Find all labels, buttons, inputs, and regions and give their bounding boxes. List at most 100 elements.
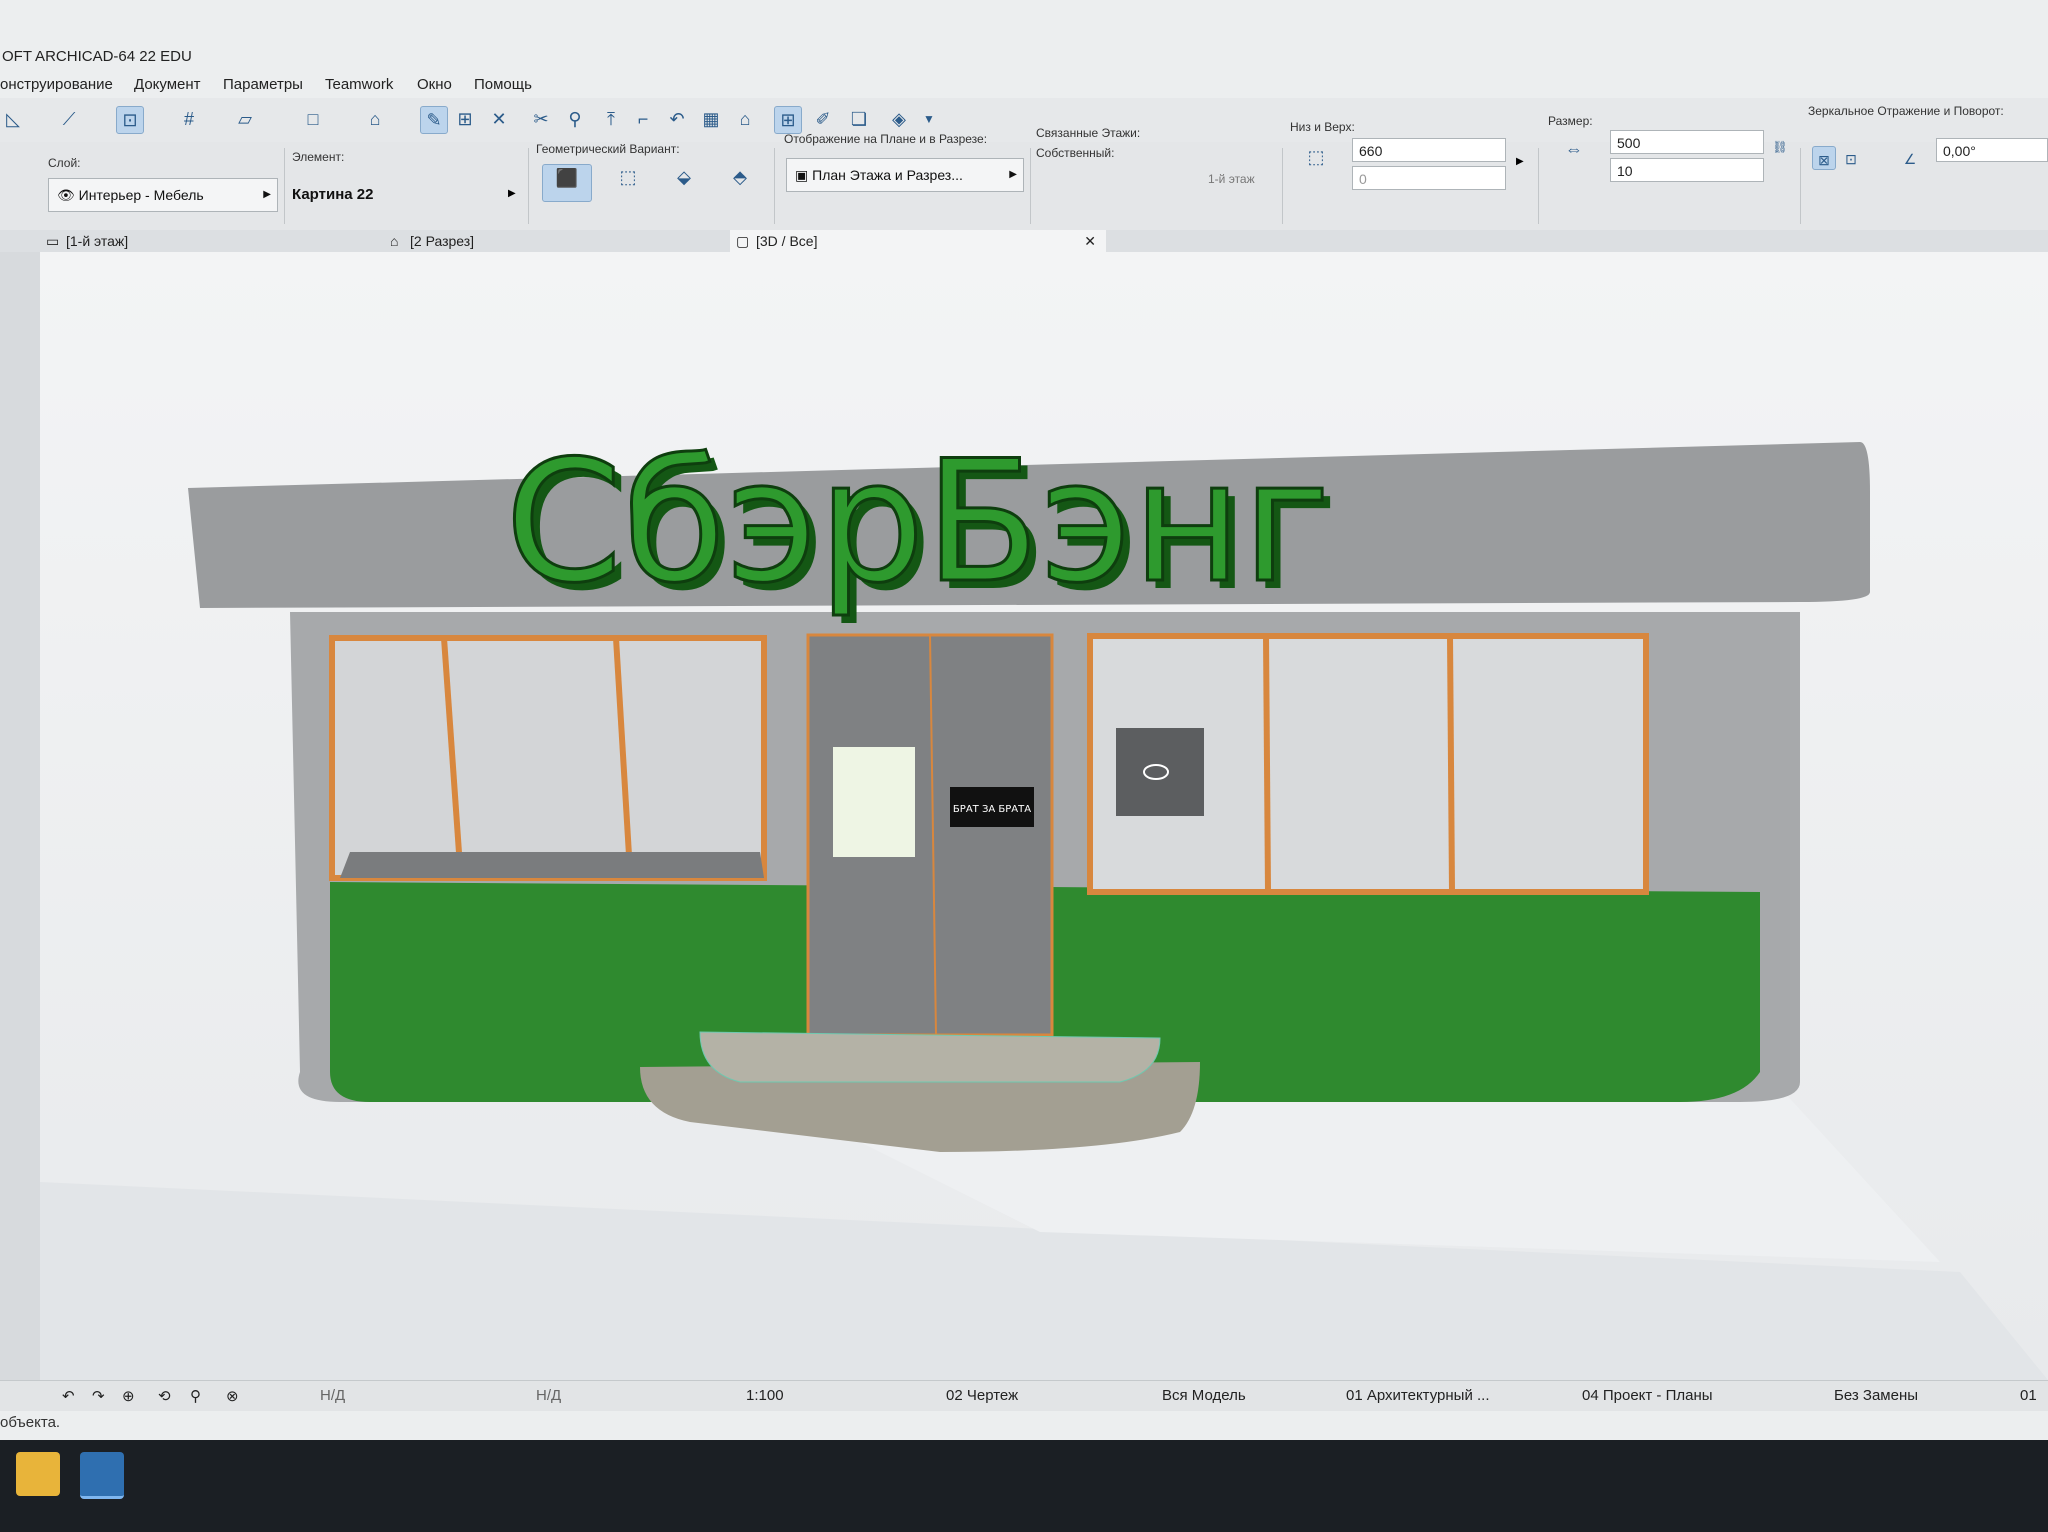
layer-combination-selector[interactable]: 02 Чертеж	[946, 1387, 1018, 1404]
renovation-filter[interactable]: 01	[2020, 1387, 2037, 1404]
view-selector[interactable]: 04 Проект - Планы	[1582, 1387, 1713, 1404]
own-story-label: Собственный:	[1036, 146, 1115, 160]
angle-icon: ∠	[1903, 151, 1917, 167]
close-icon[interactable]: ✕	[1084, 230, 1096, 252]
menu-options[interactable]: Параметры	[223, 76, 303, 93]
tab-floor-plan[interactable]: ▭ [1-й этаж]	[40, 230, 406, 252]
scale-selector[interactable]: 1:100	[746, 1387, 784, 1404]
menu-help[interactable]: Помощь	[474, 76, 532, 93]
eraser-icon[interactable]: ▱	[232, 106, 258, 132]
orbit-icon[interactable]: ⟲	[158, 1387, 171, 1405]
3d-window-icon: ▢	[736, 233, 750, 249]
redo-icon[interactable]: ↷	[92, 1387, 105, 1405]
status-na-1: Н/Д	[320, 1387, 346, 1404]
window-title: OFT ARCHICAD-64 22 EDU	[2, 48, 192, 65]
menu-window[interactable]: Окно	[417, 76, 452, 93]
status-hint: объекта.	[0, 1414, 61, 1431]
tab-label: [2 Разрез]	[410, 233, 475, 249]
left-toolbox	[0, 230, 40, 1380]
archicad-icon[interactable]	[80, 1452, 124, 1499]
file-explorer-icon[interactable]	[16, 1452, 60, 1496]
chevron-right-icon[interactable]: ▶	[1516, 156, 1524, 167]
lock-icon[interactable]: ⌂	[362, 106, 388, 132]
layers-icon[interactable]: ❏	[846, 106, 872, 132]
display-selector[interactable]: ▣ План Этажа и Разрез... ▶	[786, 158, 1024, 192]
right-window-mullion	[1447, 635, 1455, 893]
snap-icon[interactable]: ⊡	[116, 106, 144, 134]
guide-line-icon[interactable]: ⟋	[56, 106, 82, 132]
bottom-height-field[interactable]: 0	[1352, 166, 1506, 190]
scissors-icon[interactable]: ✂	[528, 106, 554, 132]
right-window-mullion	[1263, 635, 1271, 893]
corner-icon[interactable]: ⌐	[630, 106, 656, 132]
separator	[1800, 148, 1801, 224]
model-view-selector[interactable]: Вся Модель	[1162, 1387, 1246, 1404]
renovation-icon[interactable]: ✎	[420, 106, 448, 134]
geometry-label: Геометрический Вариант:	[536, 142, 680, 156]
linked-stories-label: Связанные Этажи:	[1036, 126, 1141, 140]
status-na-2: Н/Д	[536, 1387, 562, 1404]
door-poster-text: БРАТ ЗА БРАТА	[953, 804, 1031, 815]
menu-bar: онструирование Документ Параметры Teamwo…	[0, 70, 2048, 98]
door-poster-left	[833, 747, 915, 857]
elevate-icon[interactable]: ⤒	[598, 106, 624, 132]
arrow-tool-icon[interactable]: ◺	[0, 106, 26, 132]
selected-picture[interactable]	[1116, 728, 1204, 816]
3d-viewport[interactable]: СбэрБэнг СбэрБэнг БРАТ ЗА БРАТА	[40, 252, 2048, 1380]
mirror-label: Зеркальное Отражение и Поворот:	[1808, 104, 2004, 118]
chevron-right-icon: ▶	[263, 189, 271, 200]
top-height-field[interactable]: 660	[1352, 138, 1506, 162]
geometry-slanted-icon[interactable]: ⬙	[666, 164, 702, 200]
own-story-value[interactable]: 1-й этаж	[1208, 172, 1255, 186]
element-label: Элемент:	[292, 150, 345, 164]
override-selector[interactable]: Без Замены	[1834, 1387, 1918, 1404]
layer-selector[interactable]: 👁 Интерьер - Мебель ▶	[48, 178, 278, 212]
mirror-x-icon[interactable]: ⊠	[1812, 146, 1836, 170]
geometry-double-icon[interactable]: ⬘	[722, 164, 758, 200]
element-id[interactable]: Картина 22	[292, 186, 373, 203]
separator	[284, 148, 285, 224]
roof-icon[interactable]: ⌂	[732, 106, 758, 132]
3d-view-icon[interactable]: ◈	[886, 106, 912, 132]
magic-wand-icon[interactable]: ⚲	[562, 106, 588, 132]
zoom-in-icon[interactable]: ⊕	[122, 1387, 135, 1405]
display-label: Отображение на Плане и в Разрезе:	[784, 132, 988, 146]
3d-scene: СбэрБэнг СбэрБэнг БРАТ ЗА БРАТА	[40, 423, 2048, 1380]
walk-icon[interactable]: ⚲	[190, 1387, 201, 1405]
split-icon[interactable]: ▦	[698, 106, 724, 132]
upper-step	[699, 1031, 1161, 1083]
info-box: Слой: 👁 Интерьер - Мебель ▶ Элемент: Кар…	[0, 104, 2048, 231]
menu-document[interactable]: Документ	[134, 76, 201, 93]
pen-set-selector[interactable]: 01 Архитектурный ...	[1346, 1387, 1490, 1404]
floor-plan-icon: ▣	[795, 167, 813, 183]
width-field[interactable]: 500	[1610, 130, 1764, 154]
view-tabs: ▭ [1-й этаж] ⌂ [2 Разрез] ▢ [3D / Все] ✕	[0, 230, 2048, 252]
menu-teamwork[interactable]: Teamwork	[325, 76, 393, 93]
angle-field[interactable]: 0,00°	[1936, 138, 2048, 162]
depth-field[interactable]: 10	[1610, 158, 1764, 182]
undo-icon[interactable]: ↶	[62, 1387, 75, 1405]
tab-3d[interactable]: ▢ [3D / Все] ✕	[730, 230, 1106, 252]
status-bar: ↶ ↷ ⊕ ⟲ ⚲ ⊗ Н/Д Н/Д 1:100 02 Чертеж Вся …	[0, 1380, 2048, 1411]
fillet-icon[interactable]: ↶	[664, 106, 690, 132]
size-icon: ⇔	[1565, 139, 1583, 159]
zoom-fit-icon[interactable]: ⊗	[226, 1387, 239, 1405]
section-icon: ⌂	[390, 233, 399, 249]
chevron-right-icon[interactable]: ▶	[508, 188, 516, 199]
brush-icon[interactable]: ✐	[810, 106, 836, 132]
separator	[1282, 148, 1283, 224]
chevron-down-icon[interactable]: ▼	[916, 106, 942, 132]
menu-design[interactable]: онструирование	[0, 76, 113, 93]
geometry-rotated-icon[interactable]: ⬚	[610, 164, 646, 200]
geometry-box-icon[interactable]: ⬛	[542, 164, 592, 202]
explode-icon[interactable]: ✕	[486, 106, 512, 132]
separator	[1030, 148, 1031, 224]
select-3d-icon[interactable]: ⊞	[774, 106, 802, 134]
dimension-icon[interactable]: ⊞	[452, 106, 478, 132]
tab-section[interactable]: ⌂ [2 Разрез]	[384, 230, 750, 252]
interior-floor	[340, 852, 764, 878]
selection-icon[interactable]: □	[300, 106, 326, 132]
mirror-y-icon[interactable]: ⊡	[1840, 146, 1862, 168]
grid-icon[interactable]: #	[176, 106, 202, 132]
chain-icon[interactable]: ⛓	[1772, 134, 1788, 174]
